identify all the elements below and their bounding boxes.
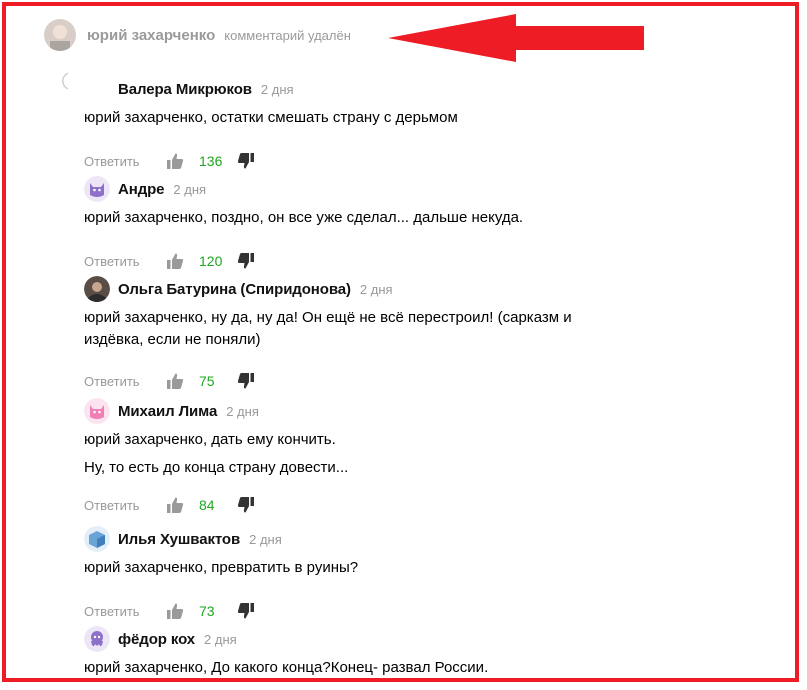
dislike-icon[interactable]: [237, 252, 255, 270]
comment-header: Михаил Лима 2 дня: [84, 398, 724, 424]
reply-button[interactable]: Ответить: [84, 154, 166, 169]
like-icon[interactable]: [166, 252, 184, 270]
comment-text: юрий захарченко, ну да, ну да! Он ещё не…: [84, 307, 724, 351]
dislike-icon[interactable]: [237, 496, 255, 514]
comment-text: юрий захарченко, превратить в руины?: [84, 557, 724, 579]
comment-time[interactable]: 2 дня: [360, 282, 393, 297]
avatar[interactable]: [84, 526, 110, 552]
comment-time[interactable]: 2 дня: [204, 632, 237, 647]
comment-actions: Ответить 84: [84, 493, 724, 517]
like-count: 84: [199, 497, 215, 513]
comment-text: юрий захарченко, остатки смешать страну …: [84, 107, 724, 129]
reply-button[interactable]: Ответить: [84, 604, 166, 619]
like-count: 136: [199, 153, 223, 169]
comment-time[interactable]: 2 дня: [226, 404, 259, 419]
comment-author[interactable]: Михаил Лима: [118, 403, 217, 420]
like-icon[interactable]: [166, 496, 184, 514]
dislike-icon[interactable]: [237, 372, 255, 390]
reply-button[interactable]: Ответить: [84, 374, 166, 389]
comment-item: Илья Хушвактов 2 дня юрий захарченко, прев…: [84, 526, 724, 623]
like-count: 75: [199, 373, 215, 389]
comment-actions: Ответить 120: [84, 249, 724, 273]
deleted-status: комментарий удалён: [224, 27, 351, 43]
avatar[interactable]: [84, 626, 110, 652]
avatar: [84, 76, 110, 102]
comment-header: фёдор кох 2 дня: [84, 626, 724, 652]
like-icon[interactable]: [166, 602, 184, 620]
comment-text-line: юрий захарченко, остатки смешать страну …: [84, 109, 458, 126]
avatar[interactable]: [84, 276, 110, 302]
comment-text-line: издёвка, если не поняли): [84, 331, 261, 348]
comment-text-line: юрий захарченко, дать ему кончить.: [84, 431, 336, 448]
comment-author[interactable]: Валера Микрюков: [118, 81, 252, 98]
like-count: 120: [199, 253, 223, 269]
like-count: 73: [199, 603, 215, 619]
comment-text: юрий захарченко, поздно, он все уже сдел…: [84, 207, 724, 229]
comment-text-line: юрий захарченко, поздно, он все уже сдел…: [84, 209, 524, 226]
like-icon[interactable]: [166, 372, 184, 390]
comment-header: Ольга Батурина (Спиридонова) 2 дня: [84, 276, 724, 302]
reply-button[interactable]: Ответить: [84, 498, 166, 513]
avatar[interactable]: [44, 19, 76, 51]
comment-text: юрий захарченко, дать ему кончить. Ну, то…: [84, 429, 724, 479]
like-icon[interactable]: [166, 152, 184, 170]
comment-actions: Ответить 75: [84, 369, 724, 393]
comment-author[interactable]: Ольга Батурина (Спиридонова): [118, 281, 351, 298]
comment-item: фёдор кох 2 дня юрий захарченко, До какого…: [84, 626, 724, 679]
comment-item: Михаил Лима 2 дня юрий захарченко, дать ем…: [84, 398, 724, 517]
comment-item: Валера Микрюков 2 дня юрий захарченко, ост…: [84, 76, 724, 173]
comment-actions: Ответить 73: [84, 599, 724, 623]
comment-item: Ольга Батурина (Спиридонова) 2 дня юрий за…: [84, 276, 724, 393]
comment-header: Илья Хушвактов 2 дня: [84, 526, 724, 552]
comment-author[interactable]: фёдор кох: [118, 631, 195, 648]
dislike-icon[interactable]: [237, 602, 255, 620]
avatar[interactable]: [84, 176, 110, 202]
comment-author[interactable]: юрий захарченко: [87, 27, 215, 44]
avatar[interactable]: [84, 398, 110, 424]
comment-text-line: юрий захарченко, ну да, ну да! Он ещё не…: [84, 309, 572, 326]
comment-header: Валера Микрюков 2 дня: [84, 76, 724, 102]
comment-text: юрий захарченко, До какого конца?Конец- …: [84, 657, 724, 679]
comment-text-line: юрий захарченко, превратить в руины?: [84, 559, 359, 576]
comment-text-line: юрий захарченко, До какого конца?Конец- …: [84, 659, 489, 676]
comment-time[interactable]: 2 дня: [261, 82, 294, 97]
comment-time[interactable]: 2 дня: [173, 182, 206, 197]
arrow-annotation-icon: [388, 14, 644, 62]
comment-item: Андре 2 дня юрий захарченко, поздно, он вс…: [84, 176, 724, 273]
comment-header: Андре 2 дня: [84, 176, 724, 202]
comment-time[interactable]: 2 дня: [249, 532, 282, 547]
comment-text-line: Ну, то есть до конца страну довести...: [84, 459, 349, 476]
comment-author[interactable]: Илья Хушвактов: [118, 531, 240, 548]
comment-author[interactable]: Андре: [118, 181, 165, 198]
thread-line-icon: [62, 72, 69, 90]
reply-button[interactable]: Ответить: [84, 254, 166, 269]
deleted-comment: юрий захарченко комментарий удалён: [44, 18, 351, 52]
dislike-icon[interactable]: [237, 152, 255, 170]
comment-actions: Ответить 136: [84, 149, 724, 173]
